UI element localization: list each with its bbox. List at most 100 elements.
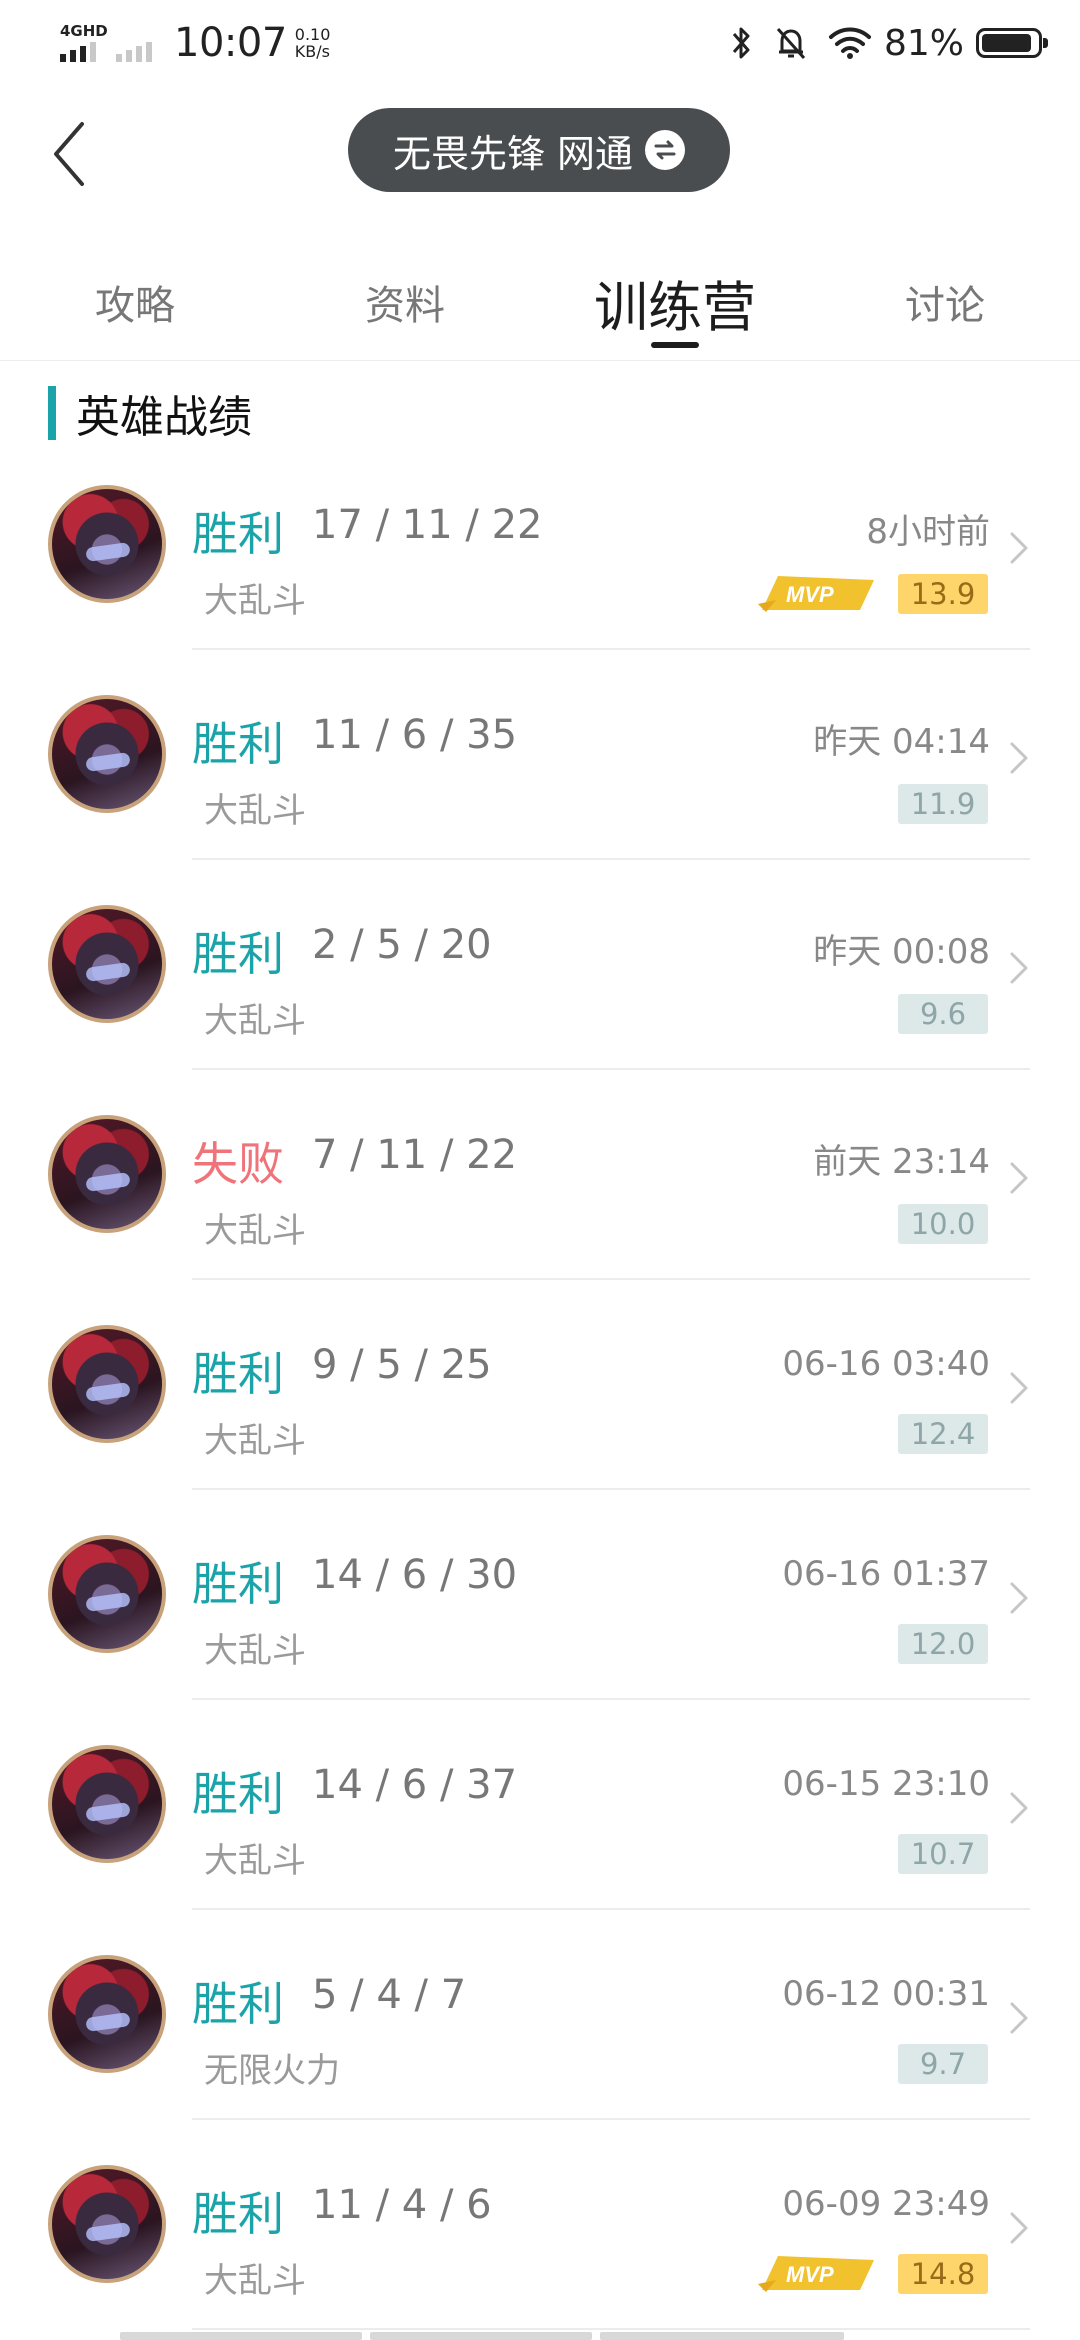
match-mode: 大乱斗 [204, 791, 306, 831]
match-record[interactable]: 胜利 2 / 5 / 20 大乱斗 昨天 00:08 9.6 [0, 860, 1080, 1070]
match-result: 胜利 [192, 1977, 284, 2031]
match-mode: 大乱斗 [204, 1211, 306, 1251]
match-result: 失败 [192, 1137, 284, 1191]
match-mode: 大乱斗 [204, 1001, 306, 1041]
match-kda: 11 / 4 / 6 [312, 2182, 492, 2228]
match-time: 前天 23:14 [813, 1142, 990, 1182]
wifi-icon [828, 26, 872, 60]
network-speed-value: 0.10 [294, 25, 331, 44]
section-title: 英雄战绩 [76, 392, 252, 443]
match-time: 8小时前 [866, 512, 990, 552]
match-score: 14.8 [898, 2254, 988, 2294]
match-mode: 大乱斗 [204, 1841, 306, 1881]
network-speed: 0.10 KB/s [295, 26, 331, 60]
match-time: 06-15 23:10 [782, 1764, 990, 1804]
match-record[interactable]: 失败 7 / 11 / 22 大乱斗 前天 23:14 10.0 [0, 1070, 1080, 1280]
row-divider [192, 2328, 1030, 2330]
status-right: 81% [710, 18, 1048, 68]
match-time: 06-16 01:37 [782, 1554, 990, 1594]
hero-avatar [48, 905, 166, 1023]
match-score: 9.7 [898, 2044, 988, 2084]
match-kda: 14 / 6 / 30 [312, 1552, 518, 1598]
chevron-right-icon [1010, 532, 1028, 564]
cellular-signal-icon: 4GHD [58, 22, 168, 64]
hero-avatar [48, 1745, 166, 1863]
chevron-right-icon [1010, 742, 1028, 774]
network-speed-unit: KB/s [294, 42, 330, 61]
hero-avatar [48, 1115, 166, 1233]
tab-1[interactable]: 资料 [270, 244, 540, 360]
match-record[interactable]: 胜利 11 / 4 / 6 大乱斗 06-09 23:49 MVP 14.8 [0, 2120, 1080, 2330]
mvp-badge: MVP [758, 576, 874, 612]
match-result: 胜利 [192, 1347, 284, 1401]
match-time: 06-09 23:49 [782, 2184, 990, 2224]
match-mode: 大乱斗 [204, 1421, 306, 1461]
battery-percent: 81% [883, 22, 964, 64]
battery-fill [982, 34, 1031, 52]
match-result: 胜利 [192, 1557, 284, 1611]
match-time: 06-12 00:31 [782, 1974, 990, 2014]
hero-avatar [48, 1325, 166, 1443]
match-score: 12.4 [898, 1414, 988, 1454]
match-result: 胜利 [192, 2187, 284, 2241]
match-mode: 无限火力 [204, 2051, 340, 2091]
match-score: 10.7 [898, 1834, 988, 1874]
match-time: 昨天 00:08 [813, 932, 990, 972]
match-kda: 5 / 4 / 7 [312, 1972, 467, 2018]
svg-text:MVP: MVP [786, 582, 834, 607]
match-result: 胜利 [192, 507, 284, 561]
account-label: 无畏先锋 网通 [392, 131, 634, 176]
match-mode: 大乱斗 [204, 581, 306, 621]
chevron-right-icon [1010, 2002, 1028, 2034]
hero-avatar [48, 1955, 166, 2073]
match-record[interactable]: 胜利 9 / 5 / 25 大乱斗 06-16 03:40 12.4 [0, 1280, 1080, 1490]
chevron-right-icon [1010, 1162, 1028, 1194]
match-score: 9.6 [898, 994, 988, 1034]
match-record[interactable]: 胜利 5 / 4 / 7 无限火力 06-12 00:31 9.7 [0, 1910, 1080, 2120]
match-time: 昨天 04:14 [813, 722, 990, 762]
match-time: 06-16 03:40 [782, 1344, 990, 1384]
match-record[interactable]: 胜利 14 / 6 / 30 大乱斗 06-16 01:37 12.0 [0, 1490, 1080, 1700]
match-record[interactable]: 胜利 14 / 6 / 37 大乱斗 06-15 23:10 10.7 [0, 1700, 1080, 1910]
match-result: 胜利 [192, 927, 284, 981]
status-bar: 4GHD 10:07 0.10 KB/s 81% [0, 0, 1080, 84]
match-kda: 11 / 6 / 35 [312, 712, 518, 758]
account-switcher[interactable]: 无畏先锋 网通 [348, 108, 730, 192]
match-record[interactable]: 胜利 11 / 6 / 35 大乱斗 昨天 04:14 11.9 [0, 650, 1080, 860]
match-score: 11.9 [898, 784, 988, 824]
bluetooth-icon [730, 25, 754, 61]
match-result: 胜利 [192, 1767, 284, 1821]
status-time: 10:07 [174, 20, 287, 66]
network-type: 4GHD [60, 22, 108, 40]
match-mode: 大乱斗 [204, 2261, 306, 2301]
section-accent-bar [48, 386, 56, 440]
chevron-right-icon [1010, 952, 1028, 984]
chevron-left-icon [54, 122, 84, 186]
match-record[interactable]: 胜利 17 / 11 / 22 大乱斗 8小时前 MVP 13.9 [0, 440, 1080, 650]
back-button[interactable] [40, 114, 100, 194]
match-score: 10.0 [898, 1204, 988, 1244]
tab-bar: 攻略 资料 训练营 讨论 [0, 244, 1080, 361]
bottom-scroll-indicator [120, 2332, 960, 2340]
match-score: 12.0 [898, 1624, 988, 1664]
chevron-right-icon [1010, 2212, 1028, 2244]
tab-2[interactable]: 训练营 [540, 244, 810, 360]
top-header: 无畏先锋 网通 [0, 84, 1080, 214]
hero-avatar [48, 695, 166, 813]
hero-avatar [48, 485, 166, 603]
mute-icon [774, 25, 808, 61]
tab-0[interactable]: 攻略 [0, 244, 270, 360]
swap-icon [645, 130, 686, 170]
match-kda: 14 / 6 / 37 [312, 1762, 518, 1808]
hero-avatar [48, 1535, 166, 1653]
svg-text:MVP: MVP [786, 2262, 834, 2287]
chevron-right-icon [1010, 1582, 1028, 1614]
tab-3[interactable]: 讨论 [810, 244, 1080, 360]
match-mode: 大乱斗 [204, 1631, 306, 1671]
match-kda: 9 / 5 / 25 [312, 1342, 492, 1388]
chevron-right-icon [1010, 1372, 1028, 1404]
match-kda: 17 / 11 / 22 [312, 502, 543, 548]
match-kda: 7 / 11 / 22 [312, 1132, 518, 1178]
mvp-badge: MVP [758, 2256, 874, 2292]
match-kda: 2 / 5 / 20 [312, 922, 492, 968]
